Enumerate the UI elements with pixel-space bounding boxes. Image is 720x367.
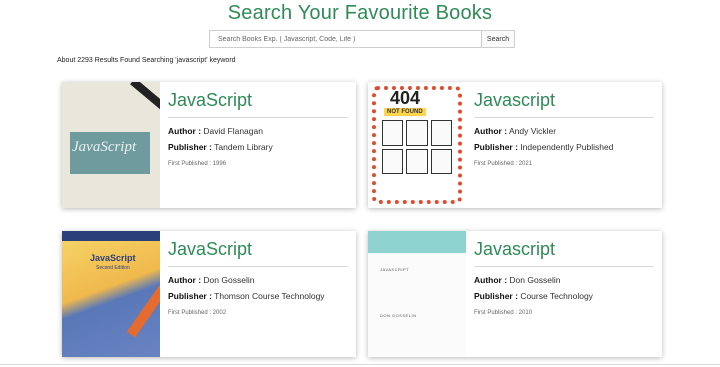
search-input[interactable]	[209, 30, 481, 48]
book-details: Javascript Author : Andy Vickler Publish…	[466, 82, 662, 208]
book-card[interactable]: JAVASCRIPT DON GOSSELIN Javascript Autho…	[368, 231, 662, 357]
book-cover-image[interactable]: 404 NOT FOUND	[368, 82, 466, 208]
book-title[interactable]: JavaScript	[168, 90, 348, 118]
cover-illustration	[382, 120, 452, 174]
publisher-value: Independently Published	[520, 142, 614, 152]
author-label: Author :	[474, 275, 508, 285]
publisher-value: Tandem Library	[214, 142, 273, 152]
book-details: JavaScript Author : Don Gosselin Publish…	[160, 231, 356, 357]
book-cover-image[interactable]: JavaScript	[62, 82, 160, 208]
publisher-label: Publisher :	[474, 291, 518, 301]
page-divider	[0, 364, 720, 365]
first-published: First Published : 2002	[168, 310, 227, 316]
cover-bar	[62, 231, 160, 241]
book-author: Author : Don Gosselin	[168, 275, 348, 285]
book-publisher: Publisher : Independently Published	[474, 142, 654, 152]
first-published: First Published : 1996	[168, 161, 227, 167]
author-label: Author :	[168, 275, 202, 285]
publisher-label: Publisher :	[168, 291, 212, 301]
book-title[interactable]: Javascript	[474, 239, 654, 267]
cover-title: JavaScript	[90, 253, 136, 263]
book-cover-image[interactable]: JAVASCRIPT DON GOSSELIN	[368, 231, 466, 357]
author-value: Don Gosselin	[509, 275, 561, 285]
cover-banner	[130, 82, 160, 110]
search-bar: Search	[209, 30, 515, 48]
publisher-label: Publisher :	[168, 142, 212, 152]
first-published: First Published : 2021	[474, 161, 533, 167]
book-publisher: Publisher : Course Technology	[474, 291, 654, 301]
book-card[interactable]: JavaScript Second Edition JavaScript Aut…	[62, 231, 356, 357]
book-card[interactable]: 404 NOT FOUND Javascript Author : Andy V…	[368, 82, 662, 208]
publisher-value: Thomson Course Technology	[214, 291, 325, 301]
author-label: Author :	[474, 126, 508, 136]
publisher-label: Publisher :	[474, 142, 518, 152]
cover-title: JavaScript	[72, 139, 137, 155]
book-details: JavaScript Author : David Flanagan Publi…	[160, 82, 356, 208]
cover-subtitle: Second Edition	[96, 265, 130, 271]
cover-band	[368, 231, 466, 253]
book-publisher: Publisher : Thomson Course Technology	[168, 291, 348, 301]
book-author: Author : Don Gosselin	[474, 275, 654, 285]
book-author: Author : David Flanagan	[168, 126, 348, 136]
cover-strip	[126, 274, 160, 338]
results-summary: About 2293 Results Found Searching 'java…	[57, 57, 236, 64]
book-card[interactable]: JavaScript JavaScript Author : David Fla…	[62, 82, 356, 208]
page-title: Search Your Favourite Books	[227, 2, 493, 24]
book-author: Author : Andy Vickler	[474, 126, 654, 136]
cover-title: JAVASCRIPT	[380, 267, 410, 272]
book-cover-image[interactable]: JavaScript Second Edition	[62, 231, 160, 357]
cover-subtitle: NOT FOUND	[384, 108, 426, 116]
cover-author: DON GOSSELIN	[380, 313, 417, 318]
author-value: Don Gosselin	[203, 275, 255, 285]
search-button[interactable]: Search	[481, 30, 515, 48]
book-details: Javascript Author : Don Gosselin Publish…	[466, 231, 662, 357]
author-label: Author :	[168, 126, 202, 136]
book-title[interactable]: JavaScript	[168, 239, 348, 267]
book-publisher: Publisher : Tandem Library	[168, 142, 348, 152]
author-value: Andy Vickler	[508, 126, 557, 136]
book-title[interactable]: Javascript	[474, 90, 654, 118]
publisher-value: Course Technology	[520, 291, 593, 301]
cover-title: 404	[390, 88, 421, 108]
author-value: David Flanagan	[203, 126, 263, 136]
first-published: First Published : 2010	[474, 310, 533, 316]
